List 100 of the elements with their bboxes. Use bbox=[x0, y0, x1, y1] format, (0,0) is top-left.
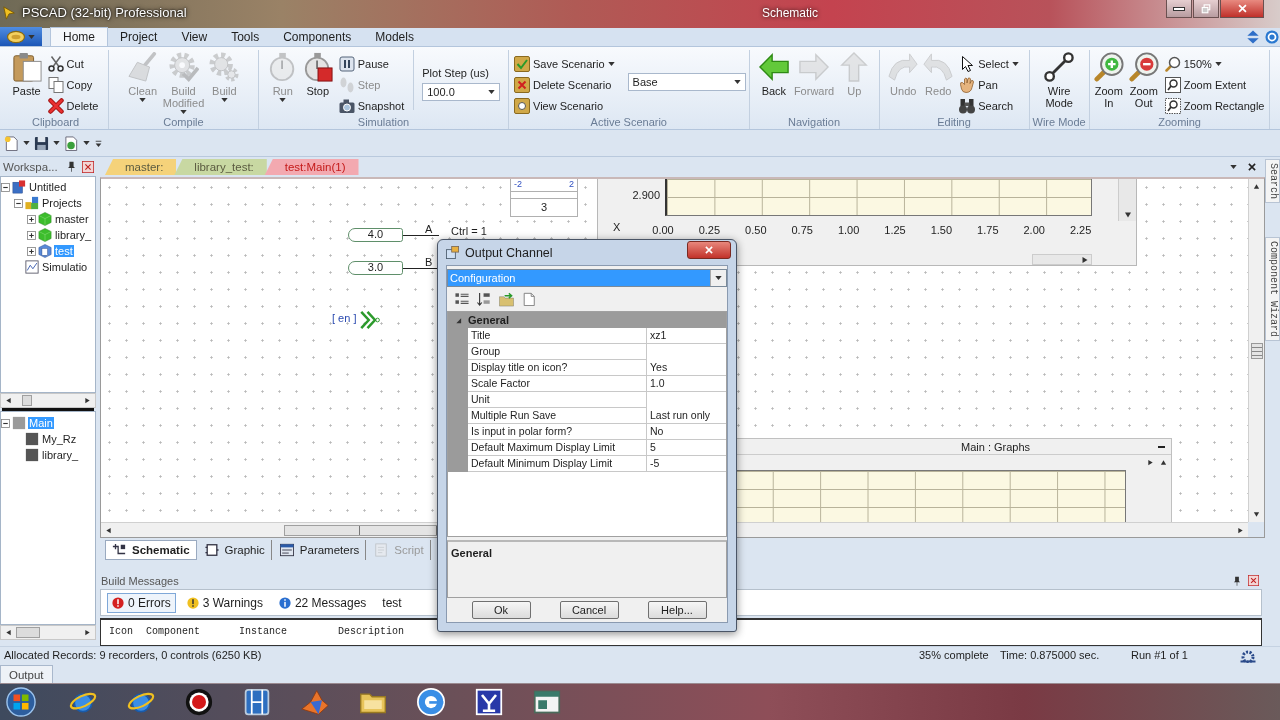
expander-closed-icon[interactable] bbox=[27, 214, 36, 224]
scroll-thumb[interactable] bbox=[16, 627, 40, 638]
expander-open-icon[interactable] bbox=[1, 418, 10, 428]
dialog-button[interactable]: Cancel bbox=[559, 601, 619, 619]
restore-button[interactable] bbox=[1193, 0, 1219, 18]
dialog-button[interactable]: Help... bbox=[647, 601, 707, 619]
page-icon[interactable] bbox=[522, 292, 536, 306]
editor-tab[interactable]: Parameters bbox=[273, 540, 367, 560]
property-value[interactable]: Last run only bbox=[647, 408, 726, 424]
window-icon[interactable] bbox=[533, 688, 561, 716]
ribbon-tab[interactable]: View bbox=[169, 27, 220, 46]
ribbon-tab[interactable]: Project bbox=[108, 27, 170, 46]
tree-item[interactable]: Untitled bbox=[28, 181, 68, 193]
ribbon-button[interactable]: Wire Mode bbox=[1043, 50, 1076, 110]
message-filter-tab[interactable]: 22 Messages bbox=[273, 592, 372, 613]
minimize-button[interactable] bbox=[1166, 0, 1192, 18]
close-box-icon[interactable] bbox=[82, 160, 94, 173]
ribbon-button[interactable]: Zoom In bbox=[1092, 50, 1125, 110]
property-value[interactable]: 1.0 bbox=[647, 376, 726, 392]
close-button[interactable] bbox=[1220, 0, 1264, 18]
horizontal-scrollbar[interactable] bbox=[0, 393, 96, 408]
close-box-icon[interactable] bbox=[1248, 575, 1259, 586]
pin-icon[interactable] bbox=[66, 161, 77, 172]
horizontal-scrollbar[interactable] bbox=[1032, 254, 1092, 265]
record-icon[interactable] bbox=[185, 688, 213, 716]
property-value[interactable]: xz1 bbox=[647, 328, 726, 344]
scroll-thumb[interactable] bbox=[1250, 342, 1263, 359]
new-page-icon[interactable] bbox=[4, 135, 19, 151]
customize-icon[interactable] bbox=[94, 138, 103, 148]
scenario-dropdown[interactable]: Base bbox=[627, 73, 746, 91]
side-tab[interactable]: Component Wizard bbox=[1265, 237, 1280, 342]
document-tab[interactable]: library_test: bbox=[174, 159, 267, 175]
document-tab[interactable]: master: bbox=[105, 159, 177, 175]
peak-icon[interactable] bbox=[301, 688, 329, 716]
property-value[interactable]: No bbox=[647, 424, 726, 440]
ribbon-button[interactable]: Paste bbox=[10, 50, 43, 98]
triangle-up-icon[interactable] bbox=[1160, 459, 1167, 466]
ribbon-button[interactable]: Cut bbox=[45, 55, 101, 73]
plot-step-dropdown[interactable]: 100.0 bbox=[422, 83, 501, 101]
ribbon-button[interactable]: Pan bbox=[957, 76, 1021, 94]
message-filter-tab[interactable]: 3 Warnings bbox=[181, 592, 268, 613]
ribbon-button[interactable]: 150% bbox=[1162, 55, 1267, 73]
horizontal-scrollbar[interactable] bbox=[0, 625, 96, 640]
ribbon-button[interactable]: Save Scenario bbox=[512, 55, 617, 73]
property-value[interactable]: Yes bbox=[647, 360, 726, 376]
ribbon-tab[interactable]: Components bbox=[271, 27, 364, 46]
scroll-thumb[interactable] bbox=[22, 395, 32, 406]
tree-item[interactable]: master bbox=[54, 213, 90, 225]
triangle-right-icon[interactable] bbox=[1147, 459, 1154, 466]
vertical-scrollbar[interactable] bbox=[1118, 179, 1136, 221]
page-gear-icon[interactable] bbox=[64, 135, 79, 151]
ribbon-button[interactable]: Back bbox=[757, 50, 790, 98]
ribbon-tab[interactable]: Models bbox=[363, 27, 426, 46]
side-tab[interactable]: Search bbox=[1265, 159, 1280, 203]
message-filter-tab[interactable]: 0 Errors bbox=[107, 592, 176, 613]
ribbon-button[interactable]: Zoom Out bbox=[1127, 50, 1160, 110]
disc-icon[interactable] bbox=[417, 688, 445, 716]
categorized-icon[interactable] bbox=[455, 292, 469, 306]
close-small-icon[interactable] bbox=[1247, 162, 1257, 172]
ribbon-button[interactable]: Select bbox=[957, 55, 1021, 73]
expander-closed-icon[interactable] bbox=[27, 230, 36, 240]
expander-closed-icon[interactable] bbox=[27, 246, 36, 256]
tree-item[interactable]: Projects bbox=[41, 197, 83, 209]
ribbon-button[interactable]: Search bbox=[957, 97, 1021, 115]
folder-arrow-icon[interactable] bbox=[499, 291, 514, 307]
property-value[interactable]: 5 bbox=[647, 440, 726, 456]
expander-open-icon[interactable] bbox=[1, 182, 10, 192]
ribbon-button[interactable]: View Scenario bbox=[512, 97, 617, 115]
output-tab[interactable]: Output bbox=[0, 665, 53, 683]
ribbon-tab[interactable]: Tools bbox=[219, 27, 272, 46]
ribbon-button[interactable]: Snapshot bbox=[336, 97, 407, 115]
editor-tab[interactable]: Graphic bbox=[198, 540, 272, 560]
application-menu-button[interactable] bbox=[0, 27, 42, 46]
property-value[interactable]: -5 bbox=[647, 456, 726, 472]
ribbon-button[interactable]: Zoom Extent bbox=[1162, 76, 1267, 94]
film-icon[interactable] bbox=[243, 688, 271, 716]
tree-item[interactable]: library_ bbox=[54, 229, 93, 241]
ribbon-tab[interactable]: Home bbox=[50, 27, 108, 46]
floppy-icon[interactable] bbox=[34, 135, 49, 151]
help-icon[interactable] bbox=[1265, 30, 1279, 44]
ribbon-button[interactable]: Pause bbox=[336, 55, 407, 73]
sort-icon[interactable] bbox=[477, 292, 491, 306]
collapse-triangle-icon[interactable] bbox=[455, 316, 462, 324]
tree-item[interactable]: Simulatio bbox=[41, 261, 89, 273]
collapse-icon[interactable] bbox=[1246, 30, 1260, 44]
ribbon-button[interactable]: Delete Scenario bbox=[512, 76, 617, 94]
tree-item[interactable]: library_ bbox=[41, 449, 80, 461]
ribbon-button[interactable]: Zoom Rectangle bbox=[1162, 97, 1267, 115]
start-orb-icon[interactable] bbox=[6, 687, 36, 717]
ribbon-button[interactable]: Copy bbox=[45, 76, 101, 94]
vertical-scrollbar[interactable] bbox=[1248, 179, 1264, 522]
ribbon-button[interactable]: Delete bbox=[45, 97, 101, 115]
tree-item[interactable]: My_Rz bbox=[41, 433, 78, 445]
fork-tile-icon[interactable] bbox=[475, 688, 503, 716]
ribbon-button[interactable]: Stop bbox=[301, 50, 334, 98]
dialog-button[interactable]: Ok bbox=[471, 601, 531, 619]
expander-open-icon[interactable] bbox=[14, 198, 23, 208]
editor-tab[interactable]: Schematic bbox=[105, 540, 197, 560]
message-filter-tab[interactable]: test bbox=[377, 592, 407, 613]
close-button[interactable] bbox=[687, 241, 731, 259]
